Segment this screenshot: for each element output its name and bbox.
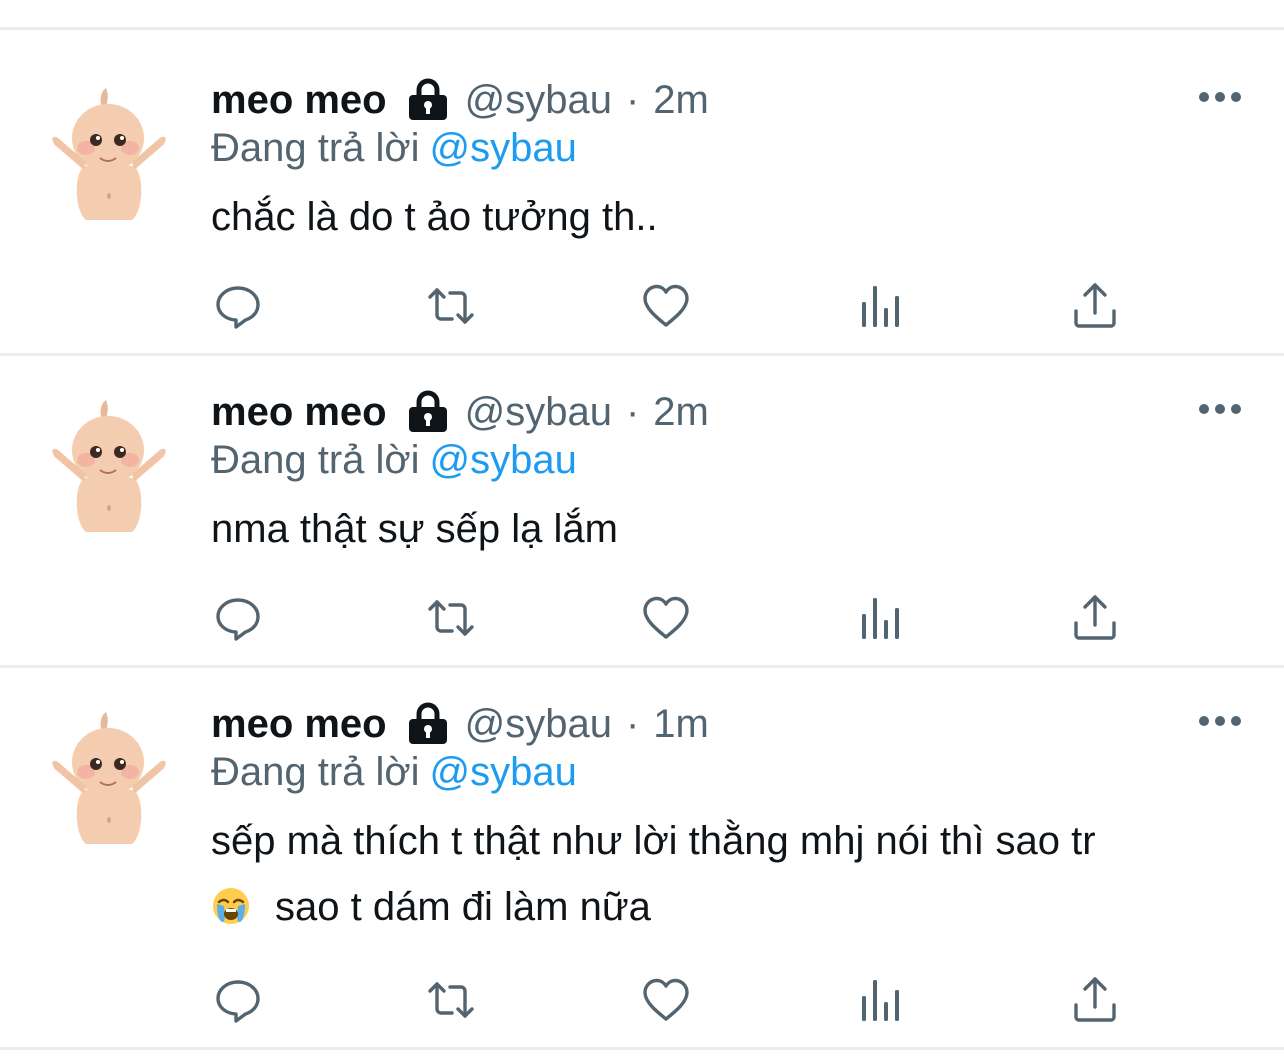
separator: · <box>625 390 640 434</box>
tweet[interactable]: meo meo @sybau · 2m Đang trả lời @sybau n… <box>0 388 1284 666</box>
tweet[interactable]: meo meo @sybau · 1m Đang trả lời @sybau s… <box>0 700 1284 1045</box>
like-icon <box>642 282 690 330</box>
views-button[interactable] <box>858 976 906 1024</box>
like-button[interactable] <box>642 976 690 1024</box>
retweet-icon <box>427 282 475 330</box>
tweet-text-line: sếp mà thích t thật như lời thằng mhj nó… <box>211 819 1096 863</box>
display-name[interactable]: meo meo <box>211 388 387 436</box>
tweet-text-line: chắc là do t ảo tưởng th.. <box>211 195 658 239</box>
avatar[interactable] <box>46 396 172 538</box>
like-button[interactable] <box>642 594 690 642</box>
views-button[interactable] <box>858 594 906 642</box>
divider <box>0 27 1284 30</box>
share-button[interactable] <box>1071 282 1119 330</box>
retweet-button[interactable] <box>427 594 475 642</box>
share-button[interactable] <box>1071 976 1119 1024</box>
timestamp[interactable]: 1m <box>653 700 709 748</box>
reply-context: Đang trả lời @sybau <box>211 748 577 796</box>
like-icon <box>642 976 690 1024</box>
reply-label: Đang trả lời <box>211 438 420 482</box>
tweet-header: meo meo @sybau · 1m <box>211 700 709 748</box>
divider <box>0 1047 1284 1050</box>
tweet-header: meo meo @sybau · 2m <box>211 76 709 124</box>
lock-icon <box>407 390 449 434</box>
tweet-actions <box>0 282 1284 330</box>
tweet-header: meo meo @sybau · 2m <box>211 388 709 436</box>
divider <box>0 353 1284 356</box>
tweet-text: nma thật sự sếp lạ lắm <box>211 496 1251 562</box>
tweet-actions <box>0 594 1284 642</box>
more-icon[interactable] <box>1198 402 1242 416</box>
avatar[interactable] <box>46 84 172 226</box>
more-icon[interactable] <box>1198 714 1242 728</box>
tweet[interactable]: meo meo @sybau · 2m Đang trả lời @sybau c… <box>0 76 1284 354</box>
tweet-text-line: sao t dám đi làm nữa <box>211 874 1251 940</box>
reply-mention-link[interactable]: @sybau <box>430 750 577 794</box>
reply-label: Đang trả lời <box>211 750 420 794</box>
display-name[interactable]: meo meo <box>211 76 387 124</box>
share-icon <box>1071 976 1119 1024</box>
reply-button[interactable] <box>214 594 262 642</box>
display-name[interactable]: meo meo <box>211 700 387 748</box>
views-icon <box>858 976 906 1024</box>
more-icon[interactable] <box>1198 90 1242 104</box>
tweet-feed: meo meo @sybau · 2m Đang trả lời @sybau c… <box>0 0 1284 1061</box>
views-icon <box>858 282 906 330</box>
user-handle[interactable]: @sybau <box>465 76 612 124</box>
lock-icon <box>407 702 449 746</box>
user-handle[interactable]: @sybau <box>465 388 612 436</box>
reply-icon <box>214 976 262 1024</box>
lock-icon <box>407 78 449 122</box>
reply-context: Đang trả lời @sybau <box>211 124 577 172</box>
divider <box>0 665 1284 668</box>
user-handle[interactable]: @sybau <box>465 700 612 748</box>
separator: · <box>625 702 640 746</box>
reply-mention-link[interactable]: @sybau <box>430 126 577 170</box>
like-button[interactable] <box>642 282 690 330</box>
timestamp[interactable]: 2m <box>653 388 709 436</box>
reply-button[interactable] <box>214 976 262 1024</box>
views-icon <box>858 594 906 642</box>
reply-context: Đang trả lời @sybau <box>211 436 577 484</box>
share-icon <box>1071 282 1119 330</box>
retweet-icon <box>427 594 475 642</box>
views-button[interactable] <box>858 282 906 330</box>
retweet-icon <box>427 976 475 1024</box>
tweet-actions <box>0 976 1284 1024</box>
reply-icon <box>214 594 262 642</box>
reply-label: Đang trả lời <box>211 126 420 170</box>
share-icon <box>1071 594 1119 642</box>
loudly-crying-face-icon <box>211 886 251 926</box>
tweet-text: chắc là do t ảo tưởng th.. <box>211 184 1251 250</box>
tweet-text-line: nma thật sự sếp lạ lắm <box>211 507 618 551</box>
avatar[interactable] <box>46 708 172 850</box>
tweet-text-segment: sao t dám đi làm nữa <box>275 885 651 929</box>
separator: · <box>625 78 640 122</box>
retweet-button[interactable] <box>427 282 475 330</box>
tweet-text: sếp mà thích t thật như lời thằng mhj nó… <box>211 808 1251 940</box>
reply-icon <box>214 282 262 330</box>
like-icon <box>642 594 690 642</box>
retweet-button[interactable] <box>427 976 475 1024</box>
reply-mention-link[interactable]: @sybau <box>430 438 577 482</box>
share-button[interactable] <box>1071 594 1119 642</box>
reply-button[interactable] <box>214 282 262 330</box>
timestamp[interactable]: 2m <box>653 76 709 124</box>
